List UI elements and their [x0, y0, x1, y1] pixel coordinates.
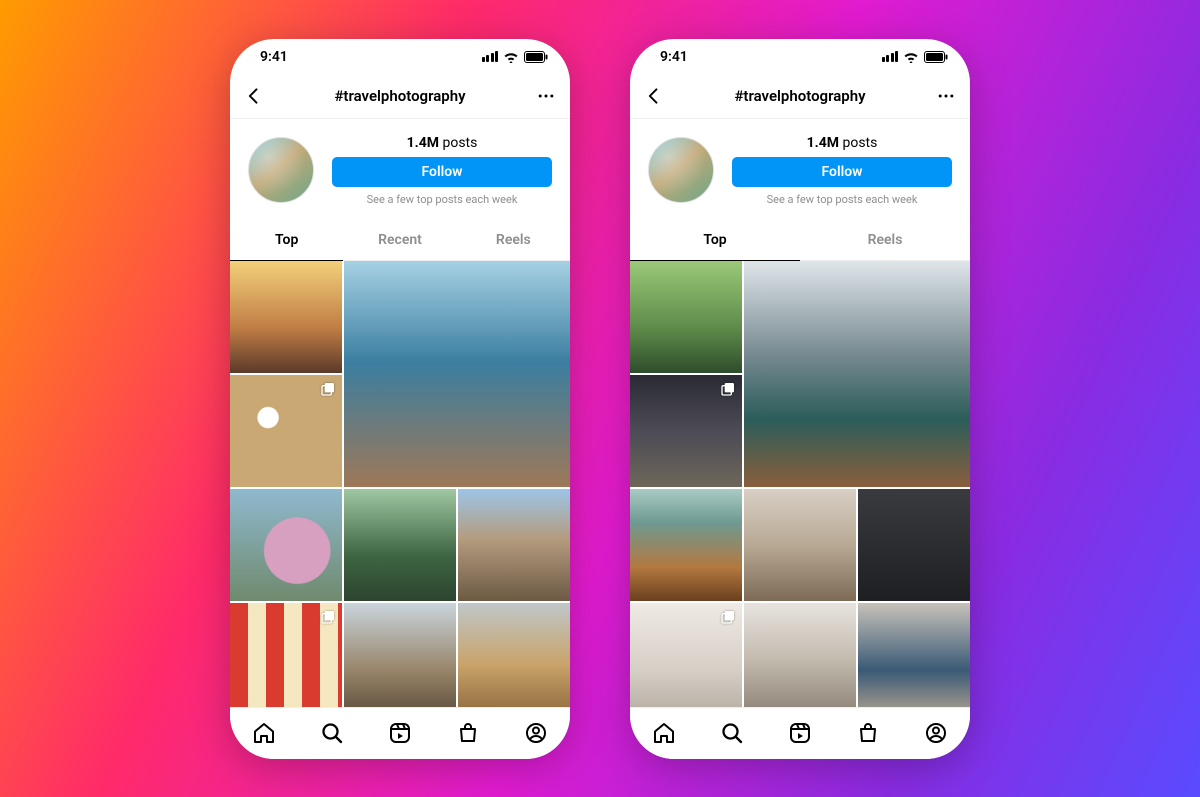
- hashtag-info: 1.4M posts Follow See a few top posts ea…: [732, 135, 952, 206]
- more-button[interactable]: [936, 86, 956, 106]
- page-title: #travelphotography: [334, 87, 465, 105]
- post-thumbnail[interactable]: [458, 489, 570, 601]
- status-icons: [482, 51, 549, 63]
- follow-subtext: See a few top posts each week: [767, 193, 918, 206]
- post-thumbnail[interactable]: [344, 261, 570, 487]
- post-count: 1.4M posts: [407, 135, 478, 151]
- post-thumbnail[interactable]: [858, 489, 970, 601]
- post-thumbnail[interactable]: [630, 261, 742, 373]
- carousel-icon: [720, 381, 736, 397]
- follow-subtext: See a few top posts each week: [367, 193, 518, 206]
- post-count: 1.4M posts: [807, 135, 878, 151]
- post-thumbnail[interactable]: [230, 375, 342, 487]
- tab-top[interactable]: Top: [630, 220, 800, 260]
- post-thumbnail[interactable]: [344, 603, 456, 707]
- nav-profile-icon[interactable]: [524, 721, 548, 745]
- hashtag-info: 1.4M posts Follow See a few top posts ea…: [332, 135, 552, 206]
- post-thumbnail[interactable]: [630, 489, 742, 601]
- post-thumbnail[interactable]: [458, 603, 570, 707]
- phone-left: 9:41 #travelphotography 1.4M posts Follo…: [230, 39, 570, 759]
- post-thumbnail[interactable]: [858, 603, 970, 707]
- battery-icon: [524, 51, 548, 63]
- post-thumbnail[interactable]: [230, 603, 342, 707]
- follow-button[interactable]: Follow: [732, 157, 952, 187]
- back-button[interactable]: [644, 86, 664, 106]
- page-header: #travelphotography: [230, 75, 570, 119]
- post-thumbnail[interactable]: [744, 261, 970, 487]
- carousel-icon: [320, 381, 336, 397]
- nav-reels-icon[interactable]: [388, 721, 412, 745]
- grid-right: [630, 261, 970, 707]
- hashtag-summary: 1.4M posts Follow See a few top posts ea…: [230, 119, 570, 220]
- post-thumbnail[interactable]: [744, 603, 856, 707]
- post-thumbnail[interactable]: [230, 489, 342, 601]
- signal-icon: [482, 51, 499, 62]
- page-title: #travelphotography: [734, 87, 865, 105]
- nav-home-icon[interactable]: [652, 721, 676, 745]
- carousel-icon: [320, 609, 336, 625]
- bottom-nav: [230, 707, 570, 759]
- back-button[interactable]: [244, 86, 264, 106]
- more-button[interactable]: [536, 86, 556, 106]
- nav-search-icon[interactable]: [320, 721, 344, 745]
- hashtag-avatar[interactable]: [648, 137, 714, 203]
- status-icons: [882, 51, 949, 63]
- nav-shop-icon[interactable]: [856, 721, 880, 745]
- nav-search-icon[interactable]: [720, 721, 744, 745]
- tabs-left: TopRecentReels: [230, 220, 570, 261]
- post-thumbnail[interactable]: [744, 489, 856, 601]
- follow-button[interactable]: Follow: [332, 157, 552, 187]
- signal-icon: [882, 51, 899, 62]
- page-header: #travelphotography: [630, 75, 970, 119]
- phone-right: 9:41 #travelphotography 1.4M posts Follo…: [630, 39, 970, 759]
- nav-shop-icon[interactable]: [456, 721, 480, 745]
- post-thumbnail[interactable]: [630, 375, 742, 487]
- hashtag-avatar[interactable]: [248, 137, 314, 203]
- bottom-nav: [630, 707, 970, 759]
- battery-icon: [924, 51, 948, 63]
- status-time: 9:41: [660, 49, 688, 65]
- status-bar: 9:41: [230, 39, 570, 75]
- wifi-icon: [503, 51, 519, 63]
- tab-recent[interactable]: Recent: [343, 220, 456, 260]
- tab-reels[interactable]: Reels: [457, 220, 570, 260]
- post-thumbnail[interactable]: [230, 261, 342, 373]
- carousel-icon: [720, 609, 736, 625]
- status-bar: 9:41: [630, 39, 970, 75]
- tabs-right: TopReels: [630, 220, 970, 261]
- grid-left: [230, 261, 570, 707]
- nav-profile-icon[interactable]: [924, 721, 948, 745]
- post-thumbnail[interactable]: [344, 489, 456, 601]
- tab-top[interactable]: Top: [230, 220, 343, 260]
- post-thumbnail[interactable]: [630, 603, 742, 707]
- nav-reels-icon[interactable]: [788, 721, 812, 745]
- hashtag-summary: 1.4M posts Follow See a few top posts ea…: [630, 119, 970, 220]
- status-time: 9:41: [260, 49, 288, 65]
- nav-home-icon[interactable]: [252, 721, 276, 745]
- tab-reels[interactable]: Reels: [800, 220, 970, 260]
- wifi-icon: [903, 51, 919, 63]
